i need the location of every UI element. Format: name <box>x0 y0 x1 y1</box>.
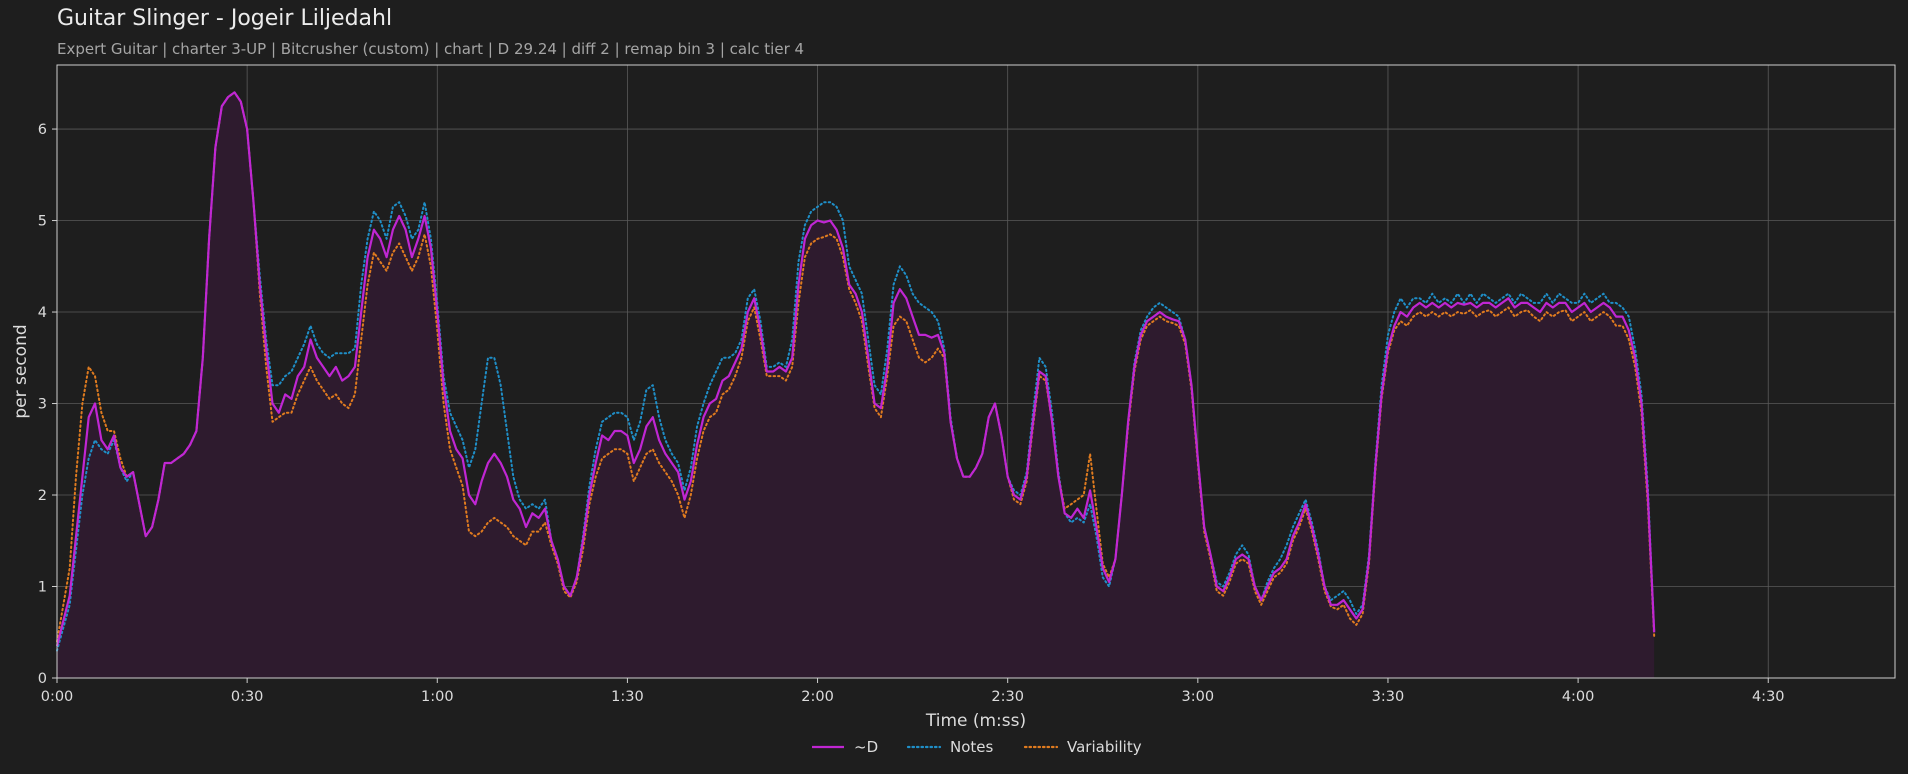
legend-item-notes: Notes <box>906 738 994 756</box>
y-tick-label: 2 <box>38 488 47 504</box>
y-tick-label: 1 <box>38 580 47 596</box>
legend: ~D Notes Variability <box>812 738 1142 756</box>
y-axis: 0 1 2 3 4 5 6 <box>38 122 57 687</box>
legend-item-variability: Variability <box>1023 738 1142 756</box>
y-axis-label: per second <box>11 324 31 418</box>
x-tick-label: 1:00 <box>421 689 454 705</box>
x-tick-label: 0:00 <box>41 689 74 705</box>
y-tick-label: 5 <box>38 214 47 230</box>
d-area-fill <box>57 92 1655 678</box>
x-axis-label: Time (m:ss) <box>925 711 1026 731</box>
x-tick-label: 1:30 <box>611 689 644 705</box>
y-tick-label: 6 <box>38 122 47 138</box>
x-tick-label: 2:30 <box>991 689 1024 705</box>
x-tick-label: 4:00 <box>1562 689 1595 705</box>
x-tick-label: 2:00 <box>801 689 834 705</box>
legend-item-d: ~D <box>812 738 878 756</box>
x-tick-label: 4:30 <box>1752 689 1785 705</box>
x-axis: 0:00 0:30 1:00 1:30 2:00 2:30 3:00 3:30 4:00 4:30 <box>41 678 1785 705</box>
y-tick-label: 4 <box>38 305 47 321</box>
line-chart: 0:00 0:30 1:00 1:30 2:00 2:30 3:00 3:30 4:00 4:30… <box>11 64 1896 756</box>
y-tick-label: 0 <box>38 671 47 687</box>
x-tick-label: 0:30 <box>231 689 264 705</box>
legend-label: Notes <box>950 738 994 756</box>
y-tick-label: 3 <box>38 397 47 413</box>
legend-label: ~D <box>854 738 878 756</box>
x-tick-label: 3:00 <box>1182 689 1215 705</box>
legend-label: Variability <box>1067 738 1142 756</box>
x-tick-label: 3:30 <box>1372 689 1405 705</box>
